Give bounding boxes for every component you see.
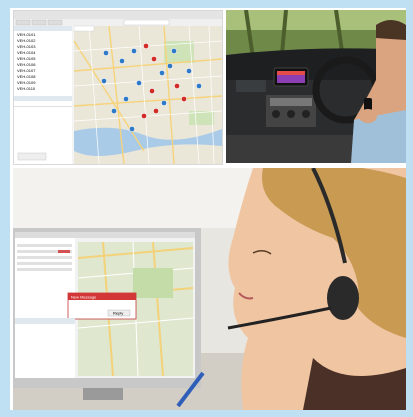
- vehicle-list-row[interactable]: VEH-0104: [17, 50, 36, 55]
- vehicle-marker[interactable]: [167, 63, 173, 69]
- vehicle-list-row[interactable]: VEH-0107: [17, 68, 36, 73]
- vehicle-list-row[interactable]: VEH-0106: [17, 62, 36, 67]
- alert-vehicle-marker[interactable]: [151, 56, 157, 62]
- vehicle-marker[interactable]: [136, 80, 142, 86]
- monitor-stand: [83, 388, 123, 400]
- driver-photo: [226, 10, 406, 163]
- vehicle-list-row[interactable]: VEH-0109: [17, 80, 36, 85]
- vehicle-marker[interactable]: [103, 50, 109, 56]
- vehicle-marker[interactable]: [123, 96, 129, 102]
- vehicle-marker[interactable]: [111, 108, 117, 114]
- alert-vehicle-marker[interactable]: [153, 108, 159, 114]
- popup-reply-label: Reply: [113, 311, 123, 316]
- vehicle-list-row[interactable]: VEH-0110: [17, 86, 36, 91]
- vehicle-marker[interactable]: [161, 100, 167, 106]
- vehicle-marker[interactable]: [129, 126, 135, 132]
- vehicle-list-row[interactable]: VEH-0103: [17, 44, 36, 49]
- vehicle-marker[interactable]: [131, 48, 137, 54]
- alert-vehicle-marker[interactable]: [149, 88, 155, 94]
- vehicle-list-row[interactable]: VEH-0105: [17, 56, 36, 61]
- alert-vehicle-marker[interactable]: [181, 96, 187, 102]
- send-message-button[interactable]: [17, 152, 47, 161]
- tracking-software-screenshot: VEH-0101 VEH-0102 VEH-0103 VEH-0104 VEH-0105…: [13, 10, 223, 165]
- popup-title: New Message: [71, 295, 97, 300]
- headset-earpiece: [327, 276, 359, 320]
- menu-bar: [14, 11, 222, 19]
- vehicle-list-row[interactable]: VEH-0101: [17, 32, 36, 37]
- alert-vehicle-marker[interactable]: [143, 43, 149, 49]
- software-window: VEH-0101VEH-0102VEH-0103VEH-0104VEH-0105…: [14, 11, 222, 164]
- vehicle-marker[interactable]: [101, 78, 107, 84]
- vehicle-list-row[interactable]: VEH-0108: [17, 74, 36, 79]
- vehicle-marker[interactable]: [186, 68, 192, 74]
- alert-vehicle-marker[interactable]: [174, 83, 180, 89]
- vehicle-marker[interactable]: [171, 48, 177, 54]
- dispatcher-photo: New Message Reply: [13, 168, 406, 410]
- vehicle-list-row[interactable]: VEH-0102: [17, 38, 36, 43]
- vehicle-marker[interactable]: [159, 70, 165, 76]
- alert-vehicle-marker[interactable]: [141, 113, 147, 119]
- tab-map[interactable]: [73, 25, 95, 32]
- vehicle-marker[interactable]: [119, 58, 125, 64]
- search-field[interactable]: [123, 19, 170, 26]
- vehicle-marker[interactable]: [196, 83, 202, 89]
